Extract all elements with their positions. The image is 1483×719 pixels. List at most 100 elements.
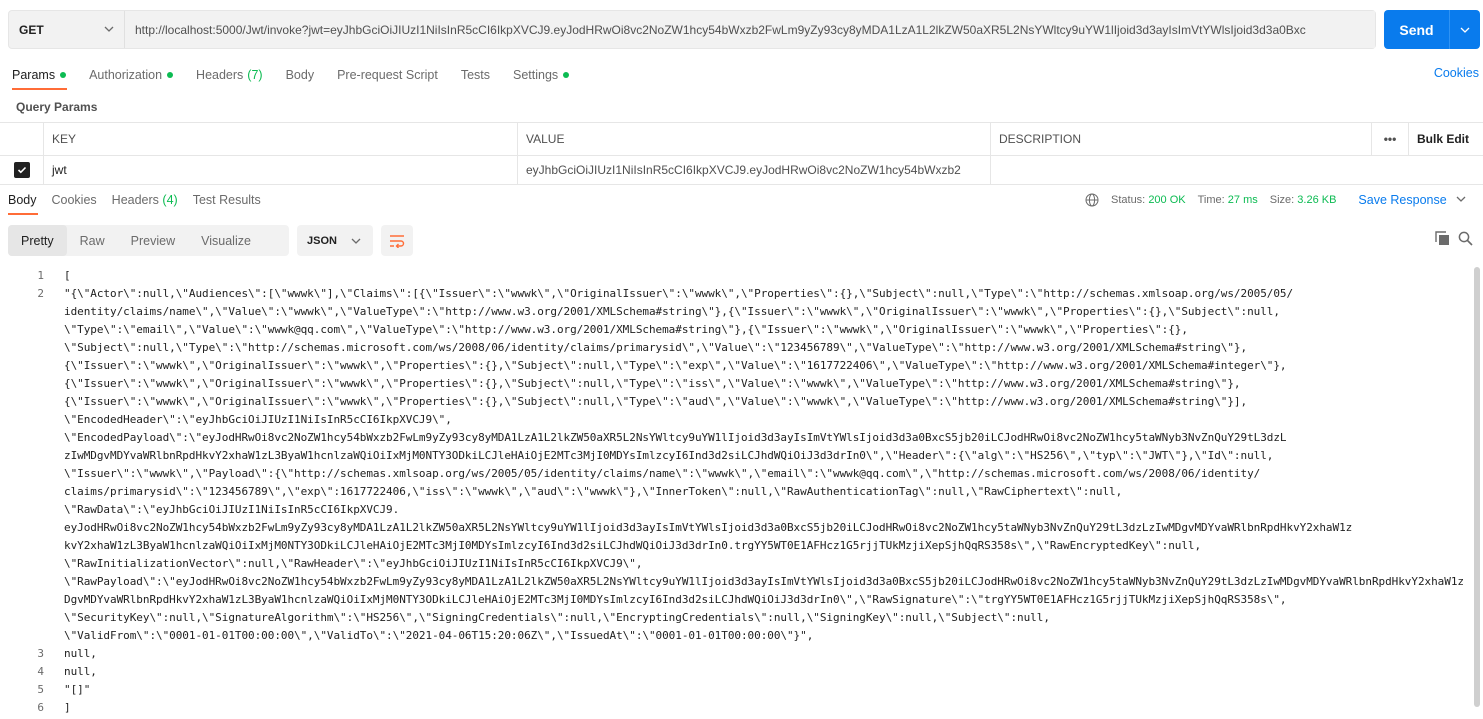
tab-tests[interactable]: Tests xyxy=(461,66,490,84)
param-value-input[interactable]: eyJhbGciOiJIUzI1NiIsInR5cCI6IkpXVCJ9.eyJ… xyxy=(518,156,991,184)
line-number: 6 xyxy=(37,701,44,714)
code-line: null, xyxy=(64,665,97,678)
code-line: eyJodHRwOi8vc2NoZW1hcy54bWxzb2FwLm9yZy93… xyxy=(64,521,1353,534)
copy-icon[interactable] xyxy=(1435,231,1450,246)
active-tab-indicator xyxy=(8,213,38,215)
globe-icon[interactable] xyxy=(1085,193,1099,207)
code-line: zIwMDgvMDYvaWRlbnRpdHkvY2xhaW1zL3ByaW1hc… xyxy=(64,449,1274,462)
code-line: "{\"Actor\":null,\"Audiences\":[\"wwwk\"… xyxy=(64,287,1294,300)
code-line: {\"Issuer\":\"wwwk\",\"OriginalIssuer\":… xyxy=(64,377,1241,390)
cookies-link[interactable]: Cookies xyxy=(1434,66,1479,80)
search-icon[interactable] xyxy=(1458,231,1473,246)
code-line: \"Type\":\"email\",\"Value\":\"wwwk@qq.c… xyxy=(64,323,1188,336)
column-header-value: VALUE xyxy=(518,123,991,155)
method-label: GET xyxy=(19,22,44,37)
tab-label: Pre-request Script xyxy=(337,68,438,82)
format-select[interactable]: JSON xyxy=(297,225,373,256)
response-tools xyxy=(1435,231,1473,246)
param-checkbox[interactable] xyxy=(0,156,44,184)
save-response-button[interactable]: Save Response xyxy=(1358,193,1466,207)
send-button[interactable]: Send xyxy=(1384,10,1480,49)
code-line: \"Issuer\":\"wwwk\",\"Payload\":{\"http:… xyxy=(64,467,1261,480)
code-line: \"RawPayload\":\"eyJodHRwOi8vc2NoZW1hcy5… xyxy=(64,575,1464,588)
chevron-down-icon xyxy=(351,238,361,244)
checkbox-column xyxy=(0,123,44,155)
code-line: identity/claims/name\",\"Value\":\"wwwk\… xyxy=(64,305,1280,318)
method-select[interactable]: GET xyxy=(9,11,125,48)
line-number: 5 xyxy=(37,683,44,696)
status-dot xyxy=(563,72,570,78)
view-mode-switcher: Pretty Raw Preview Visualize xyxy=(8,225,289,256)
tab-test-results[interactable]: Test Results xyxy=(193,193,261,211)
tab-settings[interactable]: Settings xyxy=(513,66,570,84)
code-line: \"EncodedHeader\":\"eyJhbGciOiJIUzI1NiIs… xyxy=(64,413,452,426)
send-options-button[interactable] xyxy=(1450,25,1480,35)
format-label: JSON xyxy=(307,234,337,247)
time-value: 27 ms xyxy=(1227,194,1258,206)
tab-response-headers[interactable]: Headers (4) xyxy=(112,193,178,211)
tab-count: (7) xyxy=(247,68,263,82)
url-input[interactable]: http://localhost:5000/Jwt/invoke?jwt=eyJ… xyxy=(125,11,1375,48)
tab-label: Tests xyxy=(460,68,490,82)
checkbox-checked-icon xyxy=(13,162,30,178)
param-description-input[interactable] xyxy=(991,156,1483,184)
tab-response-body[interactable]: Body xyxy=(8,193,37,211)
response-status-bar: Status: 200 OK Time: 27 ms Size: 3.26 KB… xyxy=(1085,193,1466,207)
code-line: \"ValidFrom\":\"0001-01-01T00:00:00\",\"… xyxy=(64,629,814,642)
code-line: \"RawData\":\"eyJhbGciOiJIUzI1NiIsInR5cC… xyxy=(64,503,400,516)
code-line: claims/primarysid\":\"123456789\",\"exp\… xyxy=(64,485,1123,498)
view-preview[interactable]: Preview xyxy=(118,225,188,256)
size-value: 3.26 KB xyxy=(1297,194,1337,206)
query-params-heading: Query Params xyxy=(16,100,98,114)
tab-label: Headers xyxy=(111,193,159,207)
view-visualize[interactable]: Visualize xyxy=(188,225,264,256)
tab-response-cookies[interactable]: Cookies xyxy=(52,193,97,211)
param-key-input[interactable]: jwt xyxy=(44,156,518,184)
tab-authorization[interactable]: Authorization xyxy=(89,66,174,84)
view-raw[interactable]: Raw xyxy=(67,225,118,256)
tab-label: Settings xyxy=(513,68,559,82)
scrollbar[interactable] xyxy=(1474,267,1480,707)
tab-params[interactable]: Params xyxy=(12,66,67,84)
column-header-key: KEY xyxy=(44,123,518,155)
code-line: \"Subject\":null,\"Type\":\"http://schem… xyxy=(64,341,1248,354)
tab-label: Authorization xyxy=(89,68,163,82)
size-label: Size: xyxy=(1269,194,1295,206)
status-label: Status: xyxy=(1111,194,1146,206)
code-line: DgvMDYvaWRlbnRpdHkvY2xhaW1zL3ByaW1hcnlza… xyxy=(64,593,1287,606)
column-header-description: DESCRIPTION xyxy=(991,123,1372,155)
tab-pre-request-script[interactable]: Pre-request Script xyxy=(337,66,438,84)
time-readout: Time: 27 ms xyxy=(1198,194,1258,206)
view-pretty[interactable]: Pretty xyxy=(8,225,67,256)
status-value: 200 OK xyxy=(1148,194,1186,206)
code-line: {\"Issuer\":\"wwwk\",\"OriginalIssuer\":… xyxy=(64,395,1248,408)
bulk-edit-button[interactable]: Bulk Edit xyxy=(1409,123,1483,155)
request-bar: GET http://localhost:5000/Jwt/invoke?jwt… xyxy=(8,10,1376,49)
line-number: 3 xyxy=(37,647,44,660)
active-tab-indicator xyxy=(12,88,67,90)
response-body-editor[interactable]: 1 [2 "{\"Actor\":null,\"Audiences\":[\"ww… xyxy=(0,267,1472,719)
tab-body[interactable]: Body xyxy=(286,66,315,84)
response-tabs: Body Cookies Headers (4) Test Results xyxy=(8,193,276,215)
code-line: kvY2xhaW1zL3ByaW1hcnlzaWQiOiIxMjM0NTY3OD… xyxy=(64,539,1202,552)
line-number: 1 xyxy=(37,269,44,282)
time-label: Time: xyxy=(1197,194,1225,206)
wrap-lines-icon xyxy=(390,234,405,248)
more-options-button[interactable]: ••• xyxy=(1372,123,1409,155)
size-readout: Size: 3.26 KB xyxy=(1270,194,1337,206)
code-line: "[]" xyxy=(64,683,91,696)
table-row: jwt eyJhbGciOiJIUzI1NiIsInR5cCI6IkpXVCJ9… xyxy=(0,156,1483,185)
send-label: Send xyxy=(1399,21,1434,38)
code-line: \"SecurityKey\":null,\"SignatureAlgorith… xyxy=(64,611,1050,624)
tab-label: Headers xyxy=(196,68,244,82)
code-line: null, xyxy=(64,647,97,660)
line-number: 2 xyxy=(37,287,44,300)
code-line: {\"Issuer\":\"wwwk\",\"OriginalIssuer\":… xyxy=(64,359,1287,372)
params-table: KEY VALUE DESCRIPTION ••• Bulk Edit jwt … xyxy=(0,122,1483,185)
status-dot xyxy=(167,72,174,78)
line-number: 4 xyxy=(37,665,44,678)
tab-headers[interactable]: Headers (7) xyxy=(196,66,263,84)
wrap-lines-button[interactable] xyxy=(381,225,413,256)
request-tabs: Params Authorization Headers (7) Body Pre… xyxy=(12,66,592,90)
code-line: [ xyxy=(64,269,71,282)
